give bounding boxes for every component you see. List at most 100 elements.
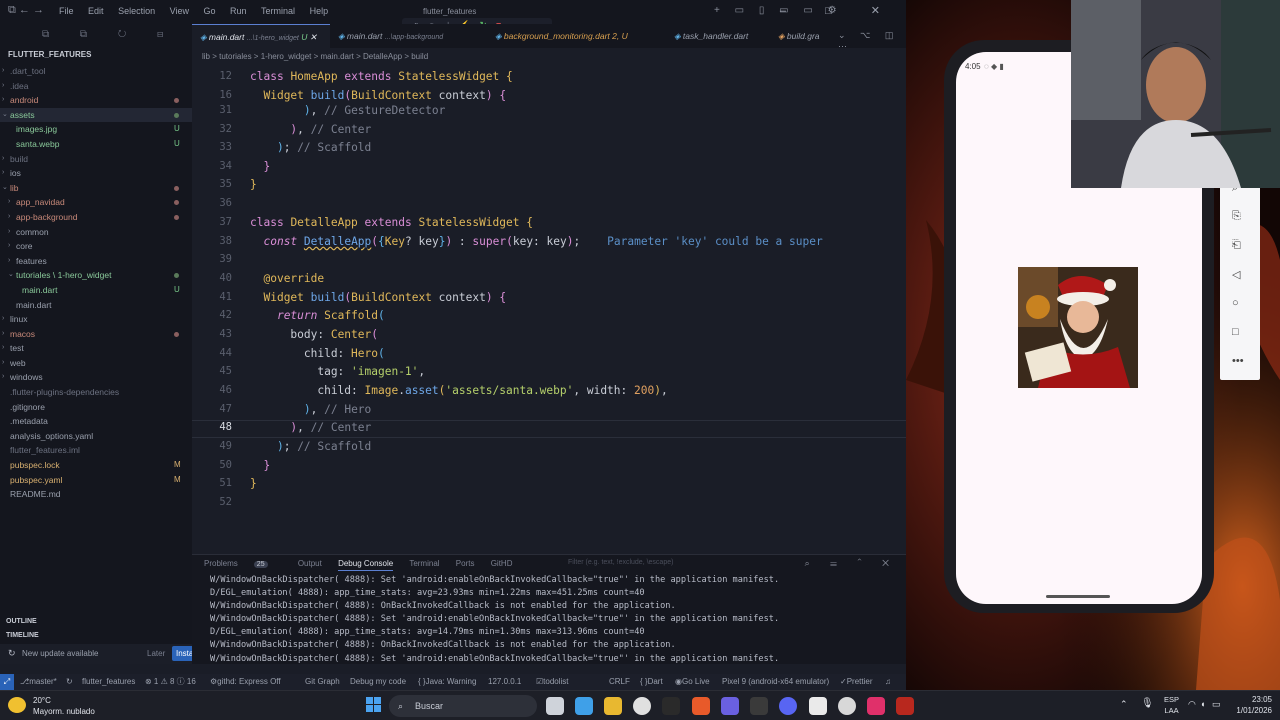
status-java[interactable]: { } Java: Warning	[418, 674, 476, 690]
panel-tab-debug-console[interactable]: Debug Console	[338, 559, 394, 571]
status-golive[interactable]: ◉ Go Live	[675, 674, 710, 690]
volume-icon[interactable]: ◖	[1200, 699, 1205, 709]
status-debug[interactable]: Debug my code	[350, 674, 406, 690]
status-githd[interactable]: ⚙ githd: Express Off	[210, 674, 281, 690]
code-editor[interactable]: 12 16 31 32 33 34 35 36 37 38 39 40 41 42 43 44 45 46 47 48…	[192, 66, 906, 554]
tree-item[interactable]: .flutter-plugins-dependencies	[0, 385, 192, 400]
timeline-section[interactable]: TIMELINE	[6, 632, 39, 639]
weather-widget[interactable]: 20°C Mayorm. nublado	[33, 695, 95, 717]
menu-go[interactable]: Go	[203, 6, 215, 16]
tree-item[interactable]: › macos	[0, 327, 192, 342]
more-icon[interactable]: •••	[1232, 355, 1244, 367]
tree-item[interactable]: santa.webp U	[0, 137, 192, 152]
chrome-icon[interactable]	[633, 697, 651, 715]
menu-terminal[interactable]: Terminal	[261, 6, 295, 16]
copilot-icon[interactable]	[575, 697, 593, 715]
tree-item[interactable]: › app_navidad	[0, 195, 192, 210]
tree-item[interactable]: › core	[0, 239, 192, 254]
tray-chevron-icon[interactable]: ⌃	[1120, 699, 1128, 710]
tree-item[interactable]: › build	[0, 152, 192, 167]
rotate-right-icon[interactable]: ⎗	[1232, 239, 1241, 252]
status-language[interactable]: { } Dart	[640, 674, 663, 690]
tree-item[interactable]: › features	[0, 254, 192, 269]
android-studio-icon[interactable]	[750, 697, 768, 715]
panel-tab-terminal[interactable]: Terminal	[409, 559, 439, 568]
status-project[interactable]: flutter_features	[82, 674, 135, 690]
panel-tab-ports[interactable]: Ports	[456, 559, 475, 568]
battery-icon[interactable]: ▭	[1212, 699, 1221, 710]
panel-actions[interactable]: ⌕ ☰ ⌃ ✕	[805, 558, 898, 569]
tree-item[interactable]: ⌄ assets	[0, 107, 192, 123]
tab-background-monitoring[interactable]: ◈ background_monitoring.dart 2, U	[495, 24, 645, 48]
tree-item[interactable]: analysis_options.yaml	[0, 429, 192, 444]
taskbar-search[interactable]: ⌕ Buscar	[389, 695, 537, 717]
menu-view[interactable]: View	[170, 6, 189, 16]
tree-item[interactable]: › web	[0, 356, 192, 371]
tree-item[interactable]: › test	[0, 341, 192, 356]
console-filter-input[interactable]: Filter (e.g. text, !exclude, \escape)	[568, 559, 673, 566]
tree-item[interactable]: main.dart	[0, 298, 192, 313]
menu-file[interactable]: File	[59, 6, 74, 16]
tree-item[interactable]: ⌄ tutoriales \ 1-hero_widget	[0, 268, 192, 283]
explorer-header[interactable]: FLUTTER_FEATURES	[0, 48, 192, 62]
tree-item[interactable]: › .idea	[0, 79, 192, 94]
home-indicator[interactable]	[1046, 595, 1110, 598]
tab-main-background[interactable]: ◈ main.dart ...\app-background	[338, 24, 488, 48]
taskbar-clock[interactable]: 23:05 1/01/2026	[1228, 694, 1272, 716]
mic-icon[interactable]: 🎙	[1141, 698, 1154, 709]
tree-item[interactable]: › ios	[0, 166, 192, 181]
rotate-left-icon[interactable]: ⎘	[1232, 210, 1241, 223]
start-icon[interactable]	[366, 697, 382, 713]
app-icon[interactable]	[721, 697, 739, 715]
panel-tab-githd[interactable]: GitHD	[491, 559, 513, 568]
tab-task-handler[interactable]: ◈ task_handler.dart	[674, 24, 758, 48]
language-indicator[interactable]: ESP LAA	[1164, 694, 1179, 716]
tree-item[interactable]: › app-background	[0, 210, 192, 225]
tree-item[interactable]: README.md	[0, 487, 192, 502]
tree-item[interactable]: › common	[0, 225, 192, 240]
tree-item[interactable]: › linux	[0, 312, 192, 327]
overview-icon[interactable]: □	[1232, 326, 1239, 338]
weather-icon[interactable]	[8, 697, 26, 713]
explorer-toolbar[interactable]: ⧉ ⧉ ↻ ⊟	[42, 29, 177, 40]
panel-tab-output[interactable]: Output	[298, 559, 322, 568]
bell-icon[interactable]: ♫	[885, 674, 891, 690]
tree-item[interactable]: pubspec.lock M	[0, 458, 192, 473]
window-controls[interactable]: – □ ✕	[780, 4, 898, 17]
notes-icon[interactable]	[809, 697, 827, 715]
menu-edit[interactable]: Edit	[88, 6, 104, 16]
status-prettier[interactable]: ✓ Prettier	[840, 674, 873, 690]
status-device[interactable]: Pixel 9 (android-x64 emulator)	[722, 674, 829, 690]
tree-item[interactable]: pubspec.yaml M	[0, 473, 192, 488]
home-icon[interactable]: ○	[1232, 297, 1239, 309]
status-host[interactable]: 127.0.0.1	[488, 674, 521, 690]
nav-arrows[interactable]: ⧉ ← →	[8, 4, 44, 17]
tree-item[interactable]: ⌄ lib	[0, 181, 192, 196]
menu-help[interactable]: Help	[310, 6, 329, 16]
status-gitgraph[interactable]: Git Graph	[305, 674, 340, 690]
status-problems[interactable]: ⊗ 1 ⚠ 8 ⓘ 16	[145, 674, 196, 690]
status-todo[interactable]: ☑ todolist	[536, 674, 569, 690]
status-branch[interactable]: ⎇ master*	[20, 674, 57, 690]
later-button[interactable]: Later	[147, 649, 165, 658]
outline-section[interactable]: OUTLINE	[6, 618, 37, 625]
menu-selection[interactable]: Selection	[118, 6, 155, 16]
wifi-icon[interactable]: ◠	[1188, 699, 1196, 710]
remote-icon[interactable]: ⤢	[0, 674, 14, 690]
status-eol[interactable]: CRLF	[609, 674, 630, 690]
tree-item[interactable]: › windows	[0, 370, 192, 385]
menu-run[interactable]: Run	[230, 6, 247, 16]
task-view-icon[interactable]	[546, 697, 564, 715]
status-sync-icon[interactable]: ↻	[66, 674, 73, 690]
tab-build-gradle[interactable]: ◈ build.gra	[778, 24, 834, 48]
tree-item[interactable]: .gitignore	[0, 400, 192, 415]
discord-icon[interactable]	[779, 697, 797, 715]
chatgpt-icon[interactable]	[838, 697, 856, 715]
panel-tab-problems[interactable]: Problems 25	[204, 559, 282, 568]
tree-item[interactable]: images.jpg U	[0, 122, 192, 137]
flutter-app-icon[interactable]	[896, 697, 914, 715]
tree-item[interactable]: flutter_features.iml	[0, 443, 192, 458]
tree-item[interactable]: main.dart U	[0, 283, 192, 298]
tree-item[interactable]: .metadata	[0, 414, 192, 429]
file-explorer-icon[interactable]	[604, 697, 622, 715]
